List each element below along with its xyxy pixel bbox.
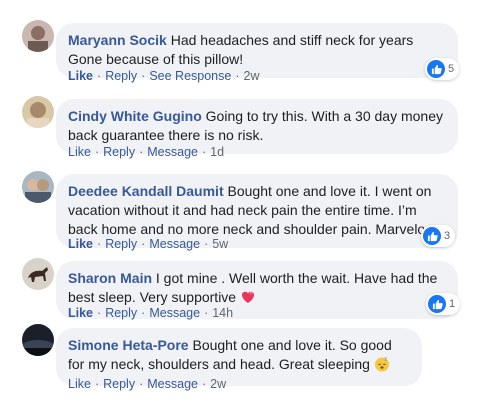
reaction-number: 5: [448, 63, 455, 75]
message-link[interactable]: Message: [149, 306, 200, 320]
comment-actions: Like · Reply · Message · 2w: [68, 377, 227, 391]
like-icon: [428, 295, 446, 313]
svg-text:z: z: [384, 357, 387, 363]
reply-link[interactable]: Reply: [103, 377, 135, 391]
author-name[interactable]: Simone Heta-Pore: [68, 337, 189, 353]
comment-actions: Like · Reply · See Response · 2w: [68, 69, 260, 83]
reply-link[interactable]: Reply: [103, 145, 135, 159]
timestamp[interactable]: 2w: [244, 69, 260, 83]
like-link[interactable]: Like: [68, 306, 93, 320]
reaction-count[interactable]: 3: [421, 225, 456, 247]
comment-actions: Like · Reply · Message · 5w: [68, 237, 229, 251]
reaction-number: 1: [449, 298, 456, 310]
comment-actions: Like · Reply · Message · 1d: [68, 145, 225, 159]
author-name[interactable]: Cindy White Gugino: [68, 108, 202, 124]
message-link[interactable]: Message: [149, 237, 200, 251]
reply-link[interactable]: Reply: [105, 306, 137, 320]
author-name[interactable]: Maryann Socik: [68, 32, 167, 48]
like-link[interactable]: Like: [68, 69, 93, 83]
author-name[interactable]: Deedee Kandall Daumit: [68, 183, 224, 199]
like-link[interactable]: Like: [68, 237, 93, 251]
heart-icon: [240, 289, 256, 310]
message-link[interactable]: Message: [147, 377, 198, 391]
reaction-number: 3: [444, 230, 451, 242]
like-link[interactable]: Like: [68, 145, 91, 159]
avatar[interactable]: [22, 324, 54, 356]
comment-actions: Like · Reply · Message · 14h: [68, 306, 234, 320]
like-icon: [423, 227, 441, 245]
reaction-count[interactable]: 5: [425, 58, 460, 80]
reply-link[interactable]: Reply: [105, 237, 137, 251]
timestamp[interactable]: 2w: [210, 377, 226, 391]
avatar[interactable]: [22, 171, 54, 203]
avatar[interactable]: [22, 258, 54, 290]
author-name[interactable]: Sharon Main: [68, 270, 152, 286]
timestamp[interactable]: 5w: [212, 237, 228, 251]
see-response-link[interactable]: See Response: [149, 69, 231, 83]
reply-link[interactable]: Reply: [105, 69, 137, 83]
message-link[interactable]: Message: [147, 145, 198, 159]
avatar[interactable]: [22, 20, 54, 52]
like-icon: [427, 60, 445, 78]
timestamp[interactable]: 1d: [210, 145, 224, 159]
avatar[interactable]: [22, 96, 54, 128]
like-link[interactable]: Like: [68, 377, 91, 391]
timestamp[interactable]: 14h: [212, 306, 233, 320]
reaction-count[interactable]: 1: [426, 293, 461, 315]
sleeping-face-icon: z: [374, 356, 390, 377]
